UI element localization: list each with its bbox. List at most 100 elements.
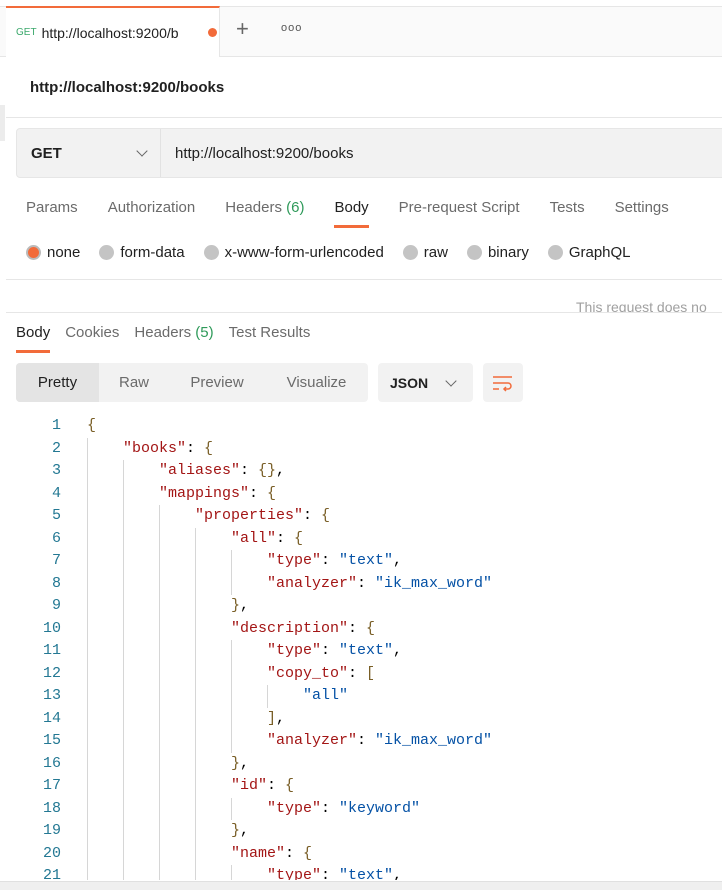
code-line: 13 "all": [0, 685, 722, 708]
radio-raw[interactable]: raw: [402, 244, 448, 261]
code-token: :: [303, 507, 322, 524]
code-token: :: [186, 439, 205, 457]
line-number: 8: [51, 574, 61, 592]
response-tabs: Body Cookies Headers (5) Test Results: [16, 324, 325, 353]
line-number: 6: [51, 529, 61, 547]
request-tab[interactable]: GET http://localhost:9200/b: [6, 6, 220, 57]
tab-headers[interactable]: Headers (5): [134, 324, 213, 353]
code-token: :: [276, 529, 295, 547]
code-line: 14],: [0, 707, 722, 730]
code-line: 11 "type": "text",: [0, 640, 722, 663]
code-token: "name": [231, 844, 286, 862]
indent-guide: [231, 797, 232, 820]
tab-body[interactable]: Body: [334, 199, 369, 228]
code-token: "description": [231, 619, 349, 637]
tab-label: Cookies: [65, 324, 120, 341]
indent-guide: [195, 775, 196, 798]
view-raw[interactable]: Raw: [99, 363, 169, 402]
radio-binary[interactable]: binary: [466, 244, 529, 261]
tab-pre-request-script[interactable]: Pre-request Script: [399, 199, 520, 228]
view-pretty[interactable]: Pretty: [16, 363, 99, 402]
new-tab-button[interactable]: +: [236, 18, 249, 40]
tab-count: (6): [286, 199, 305, 216]
code-text: "aliases": {},: [159, 460, 285, 483]
radio-x-www-form-urlencoded[interactable]: x-www-form-urlencoded: [203, 244, 384, 261]
code-token: {: [267, 484, 277, 502]
code-token: :: [285, 844, 304, 862]
url-bar: GET http://localhost:9200/books: [16, 128, 722, 178]
indent-guide: [123, 595, 124, 618]
radio-graphql[interactable]: GraphQL: [547, 244, 631, 261]
radio-form-data[interactable]: form-data: [99, 244, 185, 261]
indent-guide: [87, 730, 88, 753]
indent-guide: [159, 595, 160, 618]
indent-guide: [87, 707, 88, 730]
format-select[interactable]: JSON: [378, 363, 473, 402]
code-token: ,: [393, 552, 403, 569]
indent-guide: [87, 527, 88, 550]
response-body-editor[interactable]: 1{2 "books": {3 "aliases": {}, 4 "mappings":…: [0, 415, 722, 880]
code-token: :: [357, 732, 376, 749]
tab-label: Settings: [614, 199, 669, 216]
indent-guide: [123, 572, 124, 595]
indent-guide: [123, 685, 124, 708]
code-token: ,: [276, 709, 286, 727]
code-token: "all": [231, 529, 277, 547]
indent-guide: [87, 460, 88, 483]
indent-guide: [87, 797, 88, 820]
wrap-lines-button[interactable]: [483, 363, 523, 402]
radio-label: x-www-form-urlencoded: [224, 244, 384, 261]
code-token: [: [366, 664, 376, 682]
indent-guide: [87, 820, 88, 843]
tab-settings[interactable]: Settings: [615, 199, 669, 228]
code-line: 16},: [0, 752, 722, 776]
indent-guide: [123, 730, 124, 753]
code-text: },: [231, 753, 249, 776]
tab-body[interactable]: Body: [16, 324, 51, 353]
code-token: "type": [267, 642, 322, 659]
view-preview[interactable]: Preview: [169, 363, 265, 402]
tab-cookies[interactable]: Cookies: [65, 324, 119, 353]
code-token: "ik_max_word": [375, 732, 493, 749]
indent-guide: [159, 527, 160, 550]
radio-label: raw: [423, 244, 448, 261]
indent-guide: [87, 595, 88, 618]
more-tabs-button[interactable]: ooo: [281, 22, 302, 34]
line-number: 20: [42, 844, 61, 862]
code-token: :: [348, 619, 367, 637]
code-token: }: [231, 822, 241, 839]
indent-guide: [195, 842, 196, 865]
radio-label: form-data: [120, 244, 185, 261]
view-visualize[interactable]: Visualize: [265, 363, 368, 402]
code-token: {: [204, 439, 214, 457]
indent-guide: [87, 505, 88, 528]
tab-headers[interactable]: Headers (6): [225, 199, 304, 228]
url-input[interactable]: http://localhost:9200/books: [161, 145, 353, 162]
code-token: ,: [393, 642, 403, 659]
line-number: 18: [42, 799, 61, 817]
tab-params[interactable]: Params: [26, 199, 78, 228]
indent-guide: [123, 482, 124, 505]
indent-guide: [123, 797, 124, 820]
indent-guide: [231, 572, 232, 595]
radio-none[interactable]: none: [26, 244, 80, 261]
method-select[interactable]: GET: [17, 129, 161, 177]
code-token: :: [321, 552, 340, 569]
code-line: 4 "mappings": {: [0, 482, 722, 505]
code-token: }: [231, 597, 241, 614]
indent-guide: [195, 550, 196, 573]
code-line: 21 "type": "text",: [0, 865, 722, 880]
tab-authorization[interactable]: Authorization: [108, 199, 196, 228]
radio-circle-icon: [402, 245, 418, 260]
code-text: "type": "keyword": [267, 798, 420, 821]
code-token: {: [366, 619, 376, 637]
tab-label: Pre-request Script: [398, 199, 520, 216]
tab-tests[interactable]: Tests: [550, 199, 585, 228]
indent-guide: [123, 550, 124, 573]
tab-label: Tests: [549, 199, 585, 216]
indent-guide: [231, 865, 232, 880]
code-token: "ik_max_word": [375, 574, 493, 592]
indent-guide: [123, 820, 124, 843]
tab-test-results[interactable]: Test Results: [229, 324, 311, 353]
code-text: "name": {: [231, 843, 312, 866]
